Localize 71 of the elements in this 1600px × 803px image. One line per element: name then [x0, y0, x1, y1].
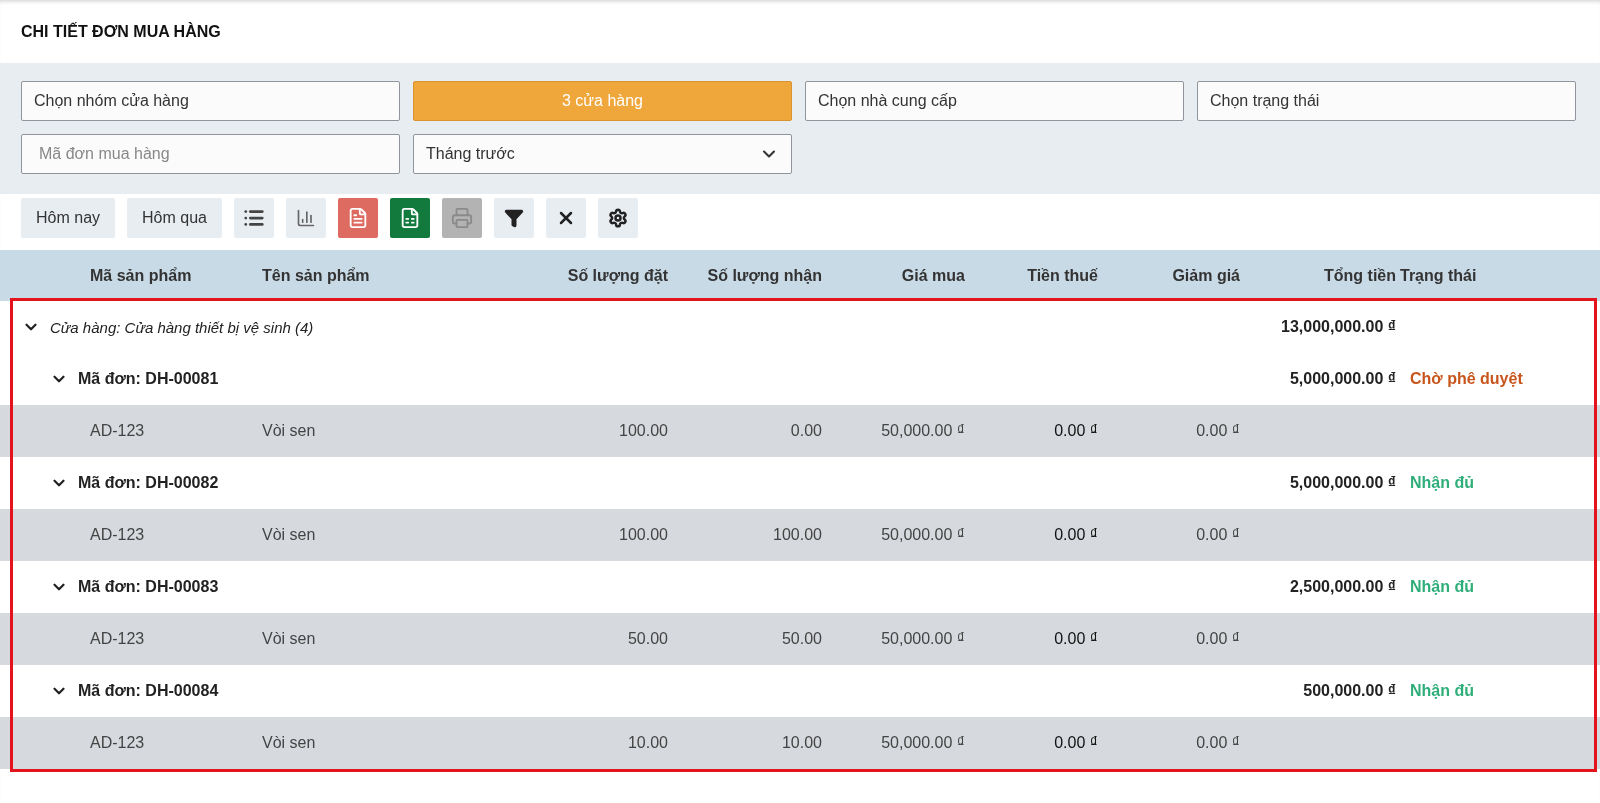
chart-view-button[interactable]	[285, 198, 326, 238]
order-status: Chờ phê duyệt	[1409, 370, 1524, 388]
table-cell-text: 100.00	[618, 422, 668, 440]
order-label: Mã đơn: DH-00084	[78, 682, 219, 700]
column-header[interactable]: Mã sản phẩm	[90, 266, 262, 285]
settings-button[interactable]	[597, 198, 638, 238]
settings-icon	[607, 208, 628, 228]
table-cell-text: 0.00 ₫	[1195, 630, 1240, 648]
column-header[interactable]: Giá mua	[822, 266, 965, 285]
table-cell-text: 0.00 ₫	[1053, 422, 1098, 440]
column-header[interactable]: Số lượng đặt	[520, 266, 668, 285]
table-cell-text: 100.00	[772, 526, 822, 544]
table-cell-text: 50,000.00 ₫	[880, 422, 965, 440]
filter-icon	[503, 208, 524, 228]
table-cell-text: 50,000.00 ₫	[880, 734, 965, 752]
table-cell-text: 0.00 ₫	[1053, 734, 1098, 752]
date-button[interactable]: Hôm qua	[127, 198, 222, 238]
table-cell-text: 50,000.00 ₫	[880, 526, 965, 544]
list-view-button[interactable]	[233, 198, 274, 238]
column-header[interactable]: Tiền thuế	[965, 266, 1098, 285]
table-cell-text: AD-123	[90, 630, 146, 648]
table-cell-text: 10.00	[626, 734, 668, 752]
table-cell-text: AD-123	[90, 734, 146, 752]
date-button[interactable]: Hôm nay	[21, 198, 116, 238]
printer-icon	[450, 207, 473, 229]
table-cell-text: Vòi sen	[262, 630, 317, 648]
order-total: 5,000,000.00 ₫	[1288, 474, 1396, 492]
column-header[interactable]: Trạng thái	[1396, 266, 1600, 285]
select-field[interactable]: Chọn nhà cung cấp	[805, 81, 1184, 121]
table-cell-text: 0.00 ₫	[1195, 734, 1240, 752]
bar-chart-icon	[295, 208, 316, 228]
order-label: Mã đơn: DH-00083	[78, 578, 219, 596]
filter-button[interactable]	[493, 198, 534, 238]
table-cell-text: 50.00	[780, 630, 822, 648]
pdf-export-button[interactable]	[337, 198, 378, 238]
page-title: CHI TIẾT ĐƠN MUA HÀNG	[20, 21, 222, 42]
table-cell-text: Vòi sen	[262, 734, 317, 752]
column-header[interactable]: Tên sản phẩm	[262, 266, 520, 285]
order-total: 5,000,000.00 ₫	[1288, 370, 1396, 388]
column-header[interactable]: Giảm giá	[1098, 266, 1240, 285]
group-label: Cửa hàng: Cửa hàng thiết bị vệ sinh (4)	[50, 318, 314, 336]
table-cell-text: 0.00 ₫	[1195, 422, 1240, 440]
select-field[interactable]: Chọn nhóm cửa hàng	[21, 81, 400, 121]
list-icon	[242, 207, 265, 229]
group-total: 13,000,000.00 ₫	[1280, 318, 1396, 336]
excel-export-button[interactable]	[389, 198, 430, 238]
table-cell-text: 0.00 ₫	[1195, 526, 1240, 544]
period-dropdown[interactable]: Tháng trước	[413, 134, 792, 174]
order-label: Mã đơn: DH-00082	[78, 474, 219, 492]
table-cell-text: Vòi sen	[262, 526, 317, 544]
table-cell-text: 10.00	[780, 734, 822, 752]
order-label: Mã đơn: DH-00081	[78, 370, 219, 388]
clear-button[interactable]	[545, 198, 586, 238]
select-field[interactable]: Chọn trạng thái	[1197, 81, 1576, 121]
table-cell-text: 0.00	[789, 422, 822, 440]
order-total: 500,000.00 ₫	[1302, 682, 1396, 700]
table-cell-text: Vòi sen	[262, 422, 317, 440]
column-header[interactable]: Số lượng nhận	[668, 266, 822, 285]
table-cell-text: 50.00	[626, 630, 668, 648]
order-status: Nhận đủ	[1409, 682, 1475, 700]
column-header[interactable]: Tổng tiền	[1240, 266, 1396, 285]
table-cell-text: 0.00 ₫	[1053, 630, 1098, 648]
order-code-input[interactable]: Mã đơn mua hàng	[21, 134, 400, 174]
table-cell-text: AD-123	[90, 526, 146, 544]
order-status: Nhận đủ	[1409, 578, 1475, 596]
order-total: 2,500,000.00 ₫	[1288, 578, 1396, 596]
table-cell-text: 0.00 ₫	[1053, 526, 1098, 544]
order-status: Nhận đủ	[1409, 474, 1475, 492]
table-cell-text: 100.00	[618, 526, 668, 544]
table-cell-text: AD-123	[90, 422, 146, 440]
table-cell-text: 50,000.00 ₫	[880, 630, 965, 648]
